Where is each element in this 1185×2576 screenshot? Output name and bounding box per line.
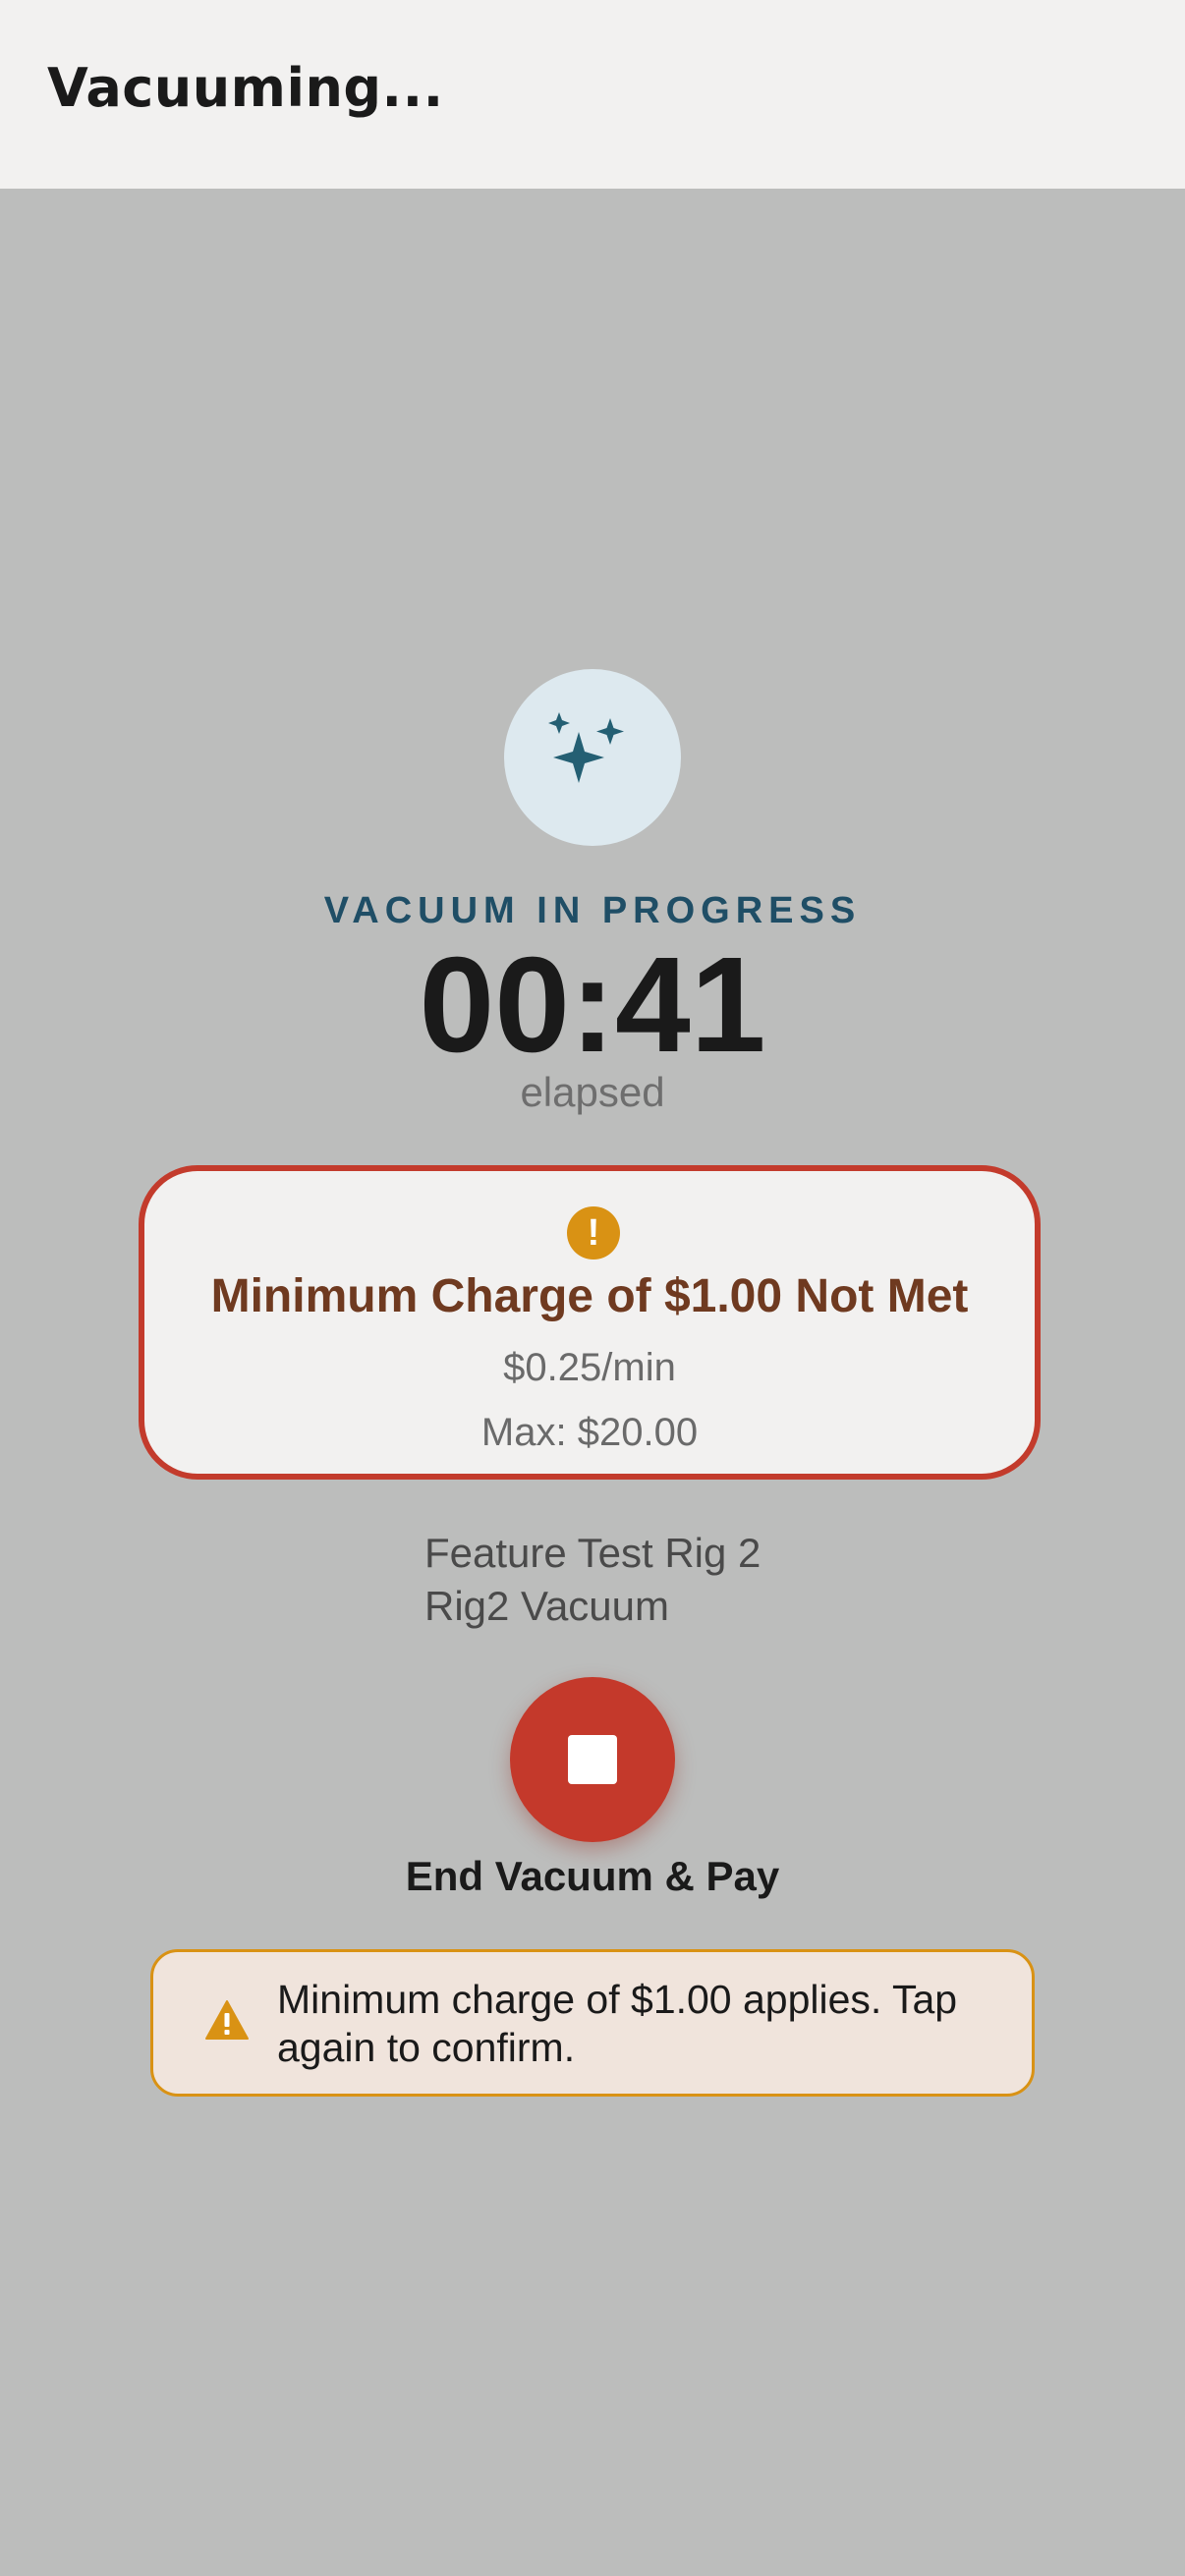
stop-icon bbox=[568, 1735, 617, 1784]
vacuum-status-icon-container bbox=[504, 669, 681, 846]
page-title: Vacuuming... bbox=[47, 57, 444, 119]
elapsed-caption: elapsed bbox=[520, 1069, 665, 1115]
exclamation-icon: ! bbox=[567, 1206, 620, 1260]
location-info: Feature Test Rig 2 Rig2 Vacuum bbox=[424, 1527, 761, 1633]
elapsed-timer: 00:41 bbox=[419, 929, 766, 1081]
confirmation-toast[interactable]: Minimum charge of $1.00 applies. Tap aga… bbox=[150, 1949, 1035, 2097]
rate-text: $0.25/min bbox=[503, 1346, 676, 1389]
minimum-charge-title: Minimum Charge of $1.00 Not Met bbox=[210, 1270, 969, 1322]
station-name: Rig2 Vacuum bbox=[424, 1583, 670, 1629]
warning-triangle-icon bbox=[205, 2000, 249, 2040]
end-vacuum-button[interactable] bbox=[510, 1677, 675, 1842]
app-header: Vacuuming... bbox=[0, 0, 1185, 189]
status-label: VACUUM IN PROGRESS bbox=[323, 890, 862, 931]
site-name: Feature Test Rig 2 bbox=[424, 1530, 762, 1576]
end-vacuum-label[interactable]: End Vacuum & Pay bbox=[0, 1853, 1185, 1900]
max-charge-text: Max: $20.00 bbox=[480, 1411, 699, 1454]
toast-message: Minimum charge of $1.00 applies. Tap aga… bbox=[277, 1977, 958, 2070]
sparkles-icon bbox=[548, 712, 624, 783]
minimum-charge-card: ! Minimum Charge of $1.00 Not Met $0.25/… bbox=[139, 1165, 1041, 1480]
